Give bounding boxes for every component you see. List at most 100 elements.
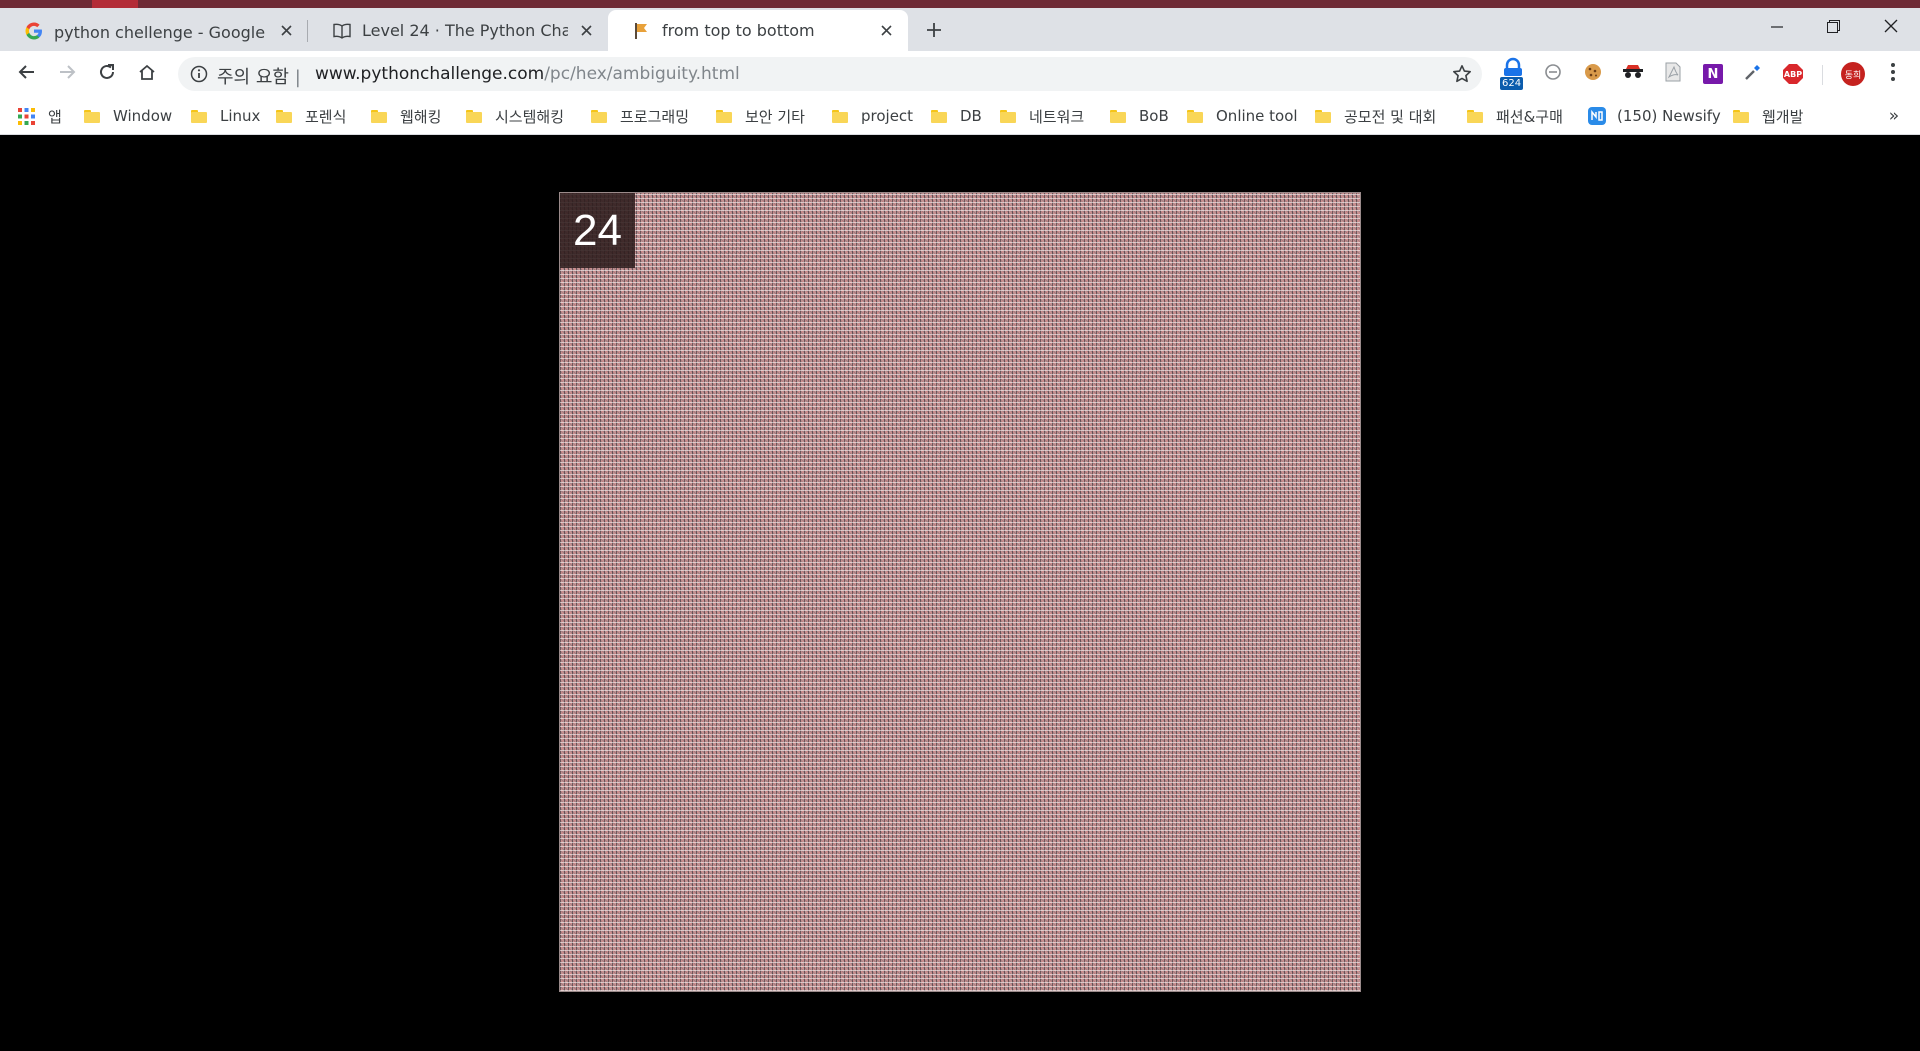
reload-button[interactable] bbox=[92, 59, 122, 89]
window-accent-mark bbox=[92, 0, 138, 8]
bookmark-folder[interactable]: 패션&구매 bbox=[1467, 103, 1563, 129]
bookmark-label: BoB bbox=[1139, 107, 1169, 125]
minus-extension[interactable] bbox=[1540, 61, 1566, 87]
tab-strip: python chellenge - Google 검색 Level 24 · … bbox=[0, 0, 1920, 51]
bookmark-label: 웹해킹 bbox=[400, 107, 442, 126]
incognito-extension[interactable] bbox=[1620, 61, 1646, 87]
bookmark-label: Window bbox=[113, 107, 173, 125]
bookmark-star-icon[interactable] bbox=[1452, 64, 1472, 84]
onenote-extension[interactable]: N bbox=[1700, 61, 1726, 87]
page-content: 24 bbox=[0, 136, 1920, 1051]
level-number: 24 bbox=[573, 205, 622, 255]
bookmark-label: Linux bbox=[220, 107, 261, 125]
toolbar-separator bbox=[1822, 65, 1823, 85]
bookmark-label: 공모전 및 대회 bbox=[1344, 107, 1437, 126]
minimize-icon bbox=[1771, 18, 1783, 37]
bookmark-folder[interactable]: 보안 기타 bbox=[716, 103, 805, 129]
bookmark-folder[interactable]: DB bbox=[931, 103, 982, 129]
folder-icon bbox=[1110, 109, 1126, 123]
bookmark-label: 네트워크 bbox=[1029, 107, 1085, 126]
folder-icon bbox=[1000, 109, 1016, 123]
bookmark-folder[interactable]: Online tool bbox=[1187, 103, 1298, 129]
folder-icon bbox=[931, 109, 947, 123]
tab-close-icon[interactable] bbox=[276, 21, 296, 41]
level-badge: 24 bbox=[560, 193, 635, 268]
eyedropper-icon bbox=[1743, 62, 1763, 86]
tab-level-24[interactable]: Level 24 · The Python Challenge bbox=[308, 10, 608, 51]
folder-icon bbox=[1315, 109, 1331, 123]
bookmark-label: DB bbox=[960, 107, 982, 125]
folder-icon bbox=[371, 109, 387, 123]
bookmark-apps[interactable]: 앱 bbox=[18, 103, 62, 129]
double-chevron-icon: » bbox=[1888, 106, 1900, 126]
close-icon bbox=[1884, 18, 1898, 37]
folder-icon bbox=[1187, 109, 1203, 123]
cookie-extension[interactable] bbox=[1580, 61, 1606, 87]
url-text[interactable]: www.pythonchallenge.com/pc/hex/ambiguity… bbox=[315, 64, 740, 84]
bookmark-folder[interactable]: 공모전 및 대회 bbox=[1315, 103, 1436, 129]
security-status-label[interactable]: 주의 요함 | bbox=[217, 63, 301, 89]
folder-icon bbox=[1733, 109, 1749, 123]
minus-circle-icon bbox=[1544, 63, 1562, 85]
restore-button[interactable] bbox=[1810, 10, 1856, 44]
lastpass-badge: 624 bbox=[1500, 77, 1524, 90]
bookmark-folder[interactable]: BoB bbox=[1110, 103, 1169, 129]
bookmark-folder[interactable]: Window bbox=[84, 103, 172, 129]
reload-icon bbox=[98, 63, 116, 85]
bookmark-folder[interactable]: Linux bbox=[191, 103, 260, 129]
tab-from-top-to-bottom[interactable]: from top to bottom bbox=[608, 10, 908, 51]
tab-google-search[interactable]: python chellenge - Google 검색 bbox=[0, 10, 308, 51]
home-button[interactable] bbox=[132, 59, 162, 89]
bookmark-label: 앱 bbox=[48, 107, 62, 126]
forward-arrow-icon bbox=[58, 63, 76, 85]
tab-close-icon[interactable] bbox=[576, 21, 596, 41]
folder-icon bbox=[716, 109, 732, 123]
eyedropper-extension[interactable] bbox=[1740, 61, 1766, 87]
bookmarks-overflow-button[interactable]: » bbox=[1882, 103, 1906, 129]
back-button[interactable] bbox=[12, 59, 42, 89]
folder-icon bbox=[466, 109, 482, 123]
onenote-icon: N bbox=[1703, 64, 1723, 84]
bookmarks-bar: 앱 Window Linux 포렌식 웹해킹 시스템해킹 프로그래밍 보안 기타… bbox=[0, 97, 1920, 135]
forward-button[interactable] bbox=[52, 59, 82, 89]
tab-title: Level 24 · The Python Challenge bbox=[362, 21, 568, 40]
url-host: www.pythonchallenge.com bbox=[315, 64, 545, 84]
folder-icon bbox=[591, 109, 607, 123]
bookmark-folder[interactable]: 프로그래밍 bbox=[591, 103, 689, 129]
info-icon[interactable] bbox=[190, 65, 208, 83]
url-path: /pc/hex/ambiguity.html bbox=[544, 64, 740, 84]
tab-close-icon[interactable] bbox=[876, 21, 896, 41]
bookmark-label: 보안 기타 bbox=[745, 107, 805, 126]
adblock-icon: ABP bbox=[1782, 63, 1804, 85]
bookmark-label: project bbox=[861, 107, 914, 125]
bookmark-folder[interactable]: 웹해킹 bbox=[371, 103, 441, 129]
apps-grid-icon bbox=[18, 107, 35, 125]
bookmark-label: (150) Newsify bbox=[1617, 107, 1721, 125]
tab-title: python chellenge - Google 검색 bbox=[54, 22, 268, 42]
bookmark-folder[interactable]: 웹개발 bbox=[1733, 103, 1803, 129]
tab-title: from top to bottom bbox=[662, 21, 815, 40]
window-close-button[interactable] bbox=[1868, 10, 1914, 44]
chrome-menu-button[interactable] bbox=[1880, 59, 1906, 89]
bookmark-folder[interactable]: 시스템해킹 bbox=[466, 103, 564, 129]
profile-button[interactable]: 동희 bbox=[1840, 61, 1866, 87]
pdf-extension[interactable] bbox=[1660, 61, 1686, 87]
bookmark-folder[interactable]: 포렌식 bbox=[276, 103, 346, 129]
browser-window: python chellenge - Google 검색 Level 24 · … bbox=[0, 0, 1920, 1051]
bookmark-label: 웹개발 bbox=[1762, 107, 1804, 126]
new-tab-button[interactable] bbox=[920, 16, 948, 44]
bookmark-folder[interactable]: 네트워크 bbox=[1000, 103, 1084, 129]
folder-icon bbox=[191, 109, 207, 123]
back-arrow-icon bbox=[18, 63, 36, 85]
minimize-button[interactable] bbox=[1754, 10, 1800, 44]
bookmark-folder[interactable]: project bbox=[832, 103, 913, 129]
bookmark-label: 시스템해킹 bbox=[495, 107, 565, 126]
pythonchallenge-flag-icon bbox=[633, 22, 651, 40]
address-bar[interactable]: 주의 요함 | www.pythonchallenge.com/pc/hex/a… bbox=[178, 57, 1482, 91]
cookie-icon bbox=[1583, 62, 1603, 86]
folder-icon bbox=[84, 109, 100, 123]
adblock-extension[interactable]: ABP bbox=[1780, 61, 1806, 87]
bookmark-newsify[interactable]: (150) Newsify bbox=[1588, 103, 1721, 129]
lastpass-extension[interactable]: 624 bbox=[1500, 57, 1526, 90]
folder-icon bbox=[276, 109, 292, 123]
